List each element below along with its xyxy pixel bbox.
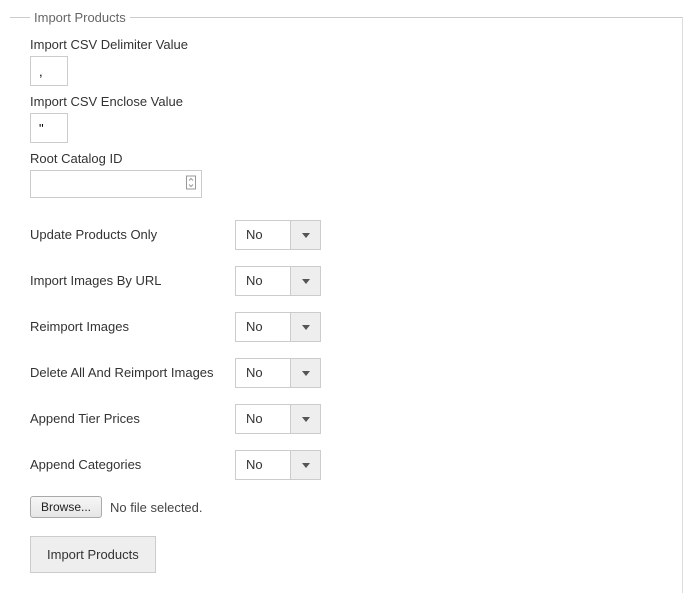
root-catalog-group: Root Catalog ID	[30, 151, 662, 198]
enclose-input[interactable]	[30, 113, 68, 143]
reimport-value: No	[235, 312, 291, 342]
delete-reimport-row: Delete All And Reimport Images No	[30, 358, 662, 388]
chevron-down-icon	[291, 312, 321, 342]
import-products-button[interactable]: Import Products	[30, 536, 156, 573]
chevron-down-icon	[291, 358, 321, 388]
chevron-down-icon	[291, 266, 321, 296]
append-cat-value: No	[235, 450, 291, 480]
chevron-down-icon	[291, 220, 321, 250]
reimport-row: Reimport Images No	[30, 312, 662, 342]
delete-reimport-label: Delete All And Reimport Images	[30, 358, 235, 382]
import-by-url-label: Import Images By URL	[30, 266, 235, 290]
update-only-row: Update Products Only No	[30, 220, 662, 250]
fieldset-legend: Import Products	[30, 10, 130, 25]
import-by-url-row: Import Images By URL No	[30, 266, 662, 296]
import-products-fieldset: Import Products Import CSV Delimiter Val…	[10, 10, 683, 593]
import-by-url-value: No	[235, 266, 291, 296]
root-catalog-label: Root Catalog ID	[30, 151, 662, 166]
append-cat-row: Append Categories No	[30, 450, 662, 480]
delete-reimport-select[interactable]: No	[235, 358, 321, 388]
append-cat-select[interactable]: No	[235, 450, 321, 480]
file-picker-row: Browse... No file selected.	[30, 496, 662, 518]
delimiter-group: Import CSV Delimiter Value	[30, 37, 662, 86]
update-only-value: No	[235, 220, 291, 250]
delimiter-label: Import CSV Delimiter Value	[30, 37, 662, 52]
append-cat-label: Append Categories	[30, 450, 235, 474]
browse-button[interactable]: Browse...	[30, 496, 102, 518]
append-tier-label: Append Tier Prices	[30, 404, 235, 428]
import-by-url-select[interactable]: No	[235, 266, 321, 296]
delimiter-input[interactable]	[30, 56, 68, 86]
append-tier-select[interactable]: No	[235, 404, 321, 434]
enclose-label: Import CSV Enclose Value	[30, 94, 662, 109]
append-tier-row: Append Tier Prices No	[30, 404, 662, 434]
reimport-label: Reimport Images	[30, 312, 235, 336]
reimport-select[interactable]: No	[235, 312, 321, 342]
update-only-select[interactable]: No	[235, 220, 321, 250]
delete-reimport-value: No	[235, 358, 291, 388]
update-only-label: Update Products Only	[30, 220, 235, 244]
file-status-text: No file selected.	[110, 500, 203, 515]
enclose-group: Import CSV Enclose Value	[30, 94, 662, 143]
chevron-down-icon	[291, 450, 321, 480]
root-catalog-input[interactable]	[30, 170, 202, 198]
append-tier-value: No	[235, 404, 291, 434]
chevron-down-icon	[291, 404, 321, 434]
